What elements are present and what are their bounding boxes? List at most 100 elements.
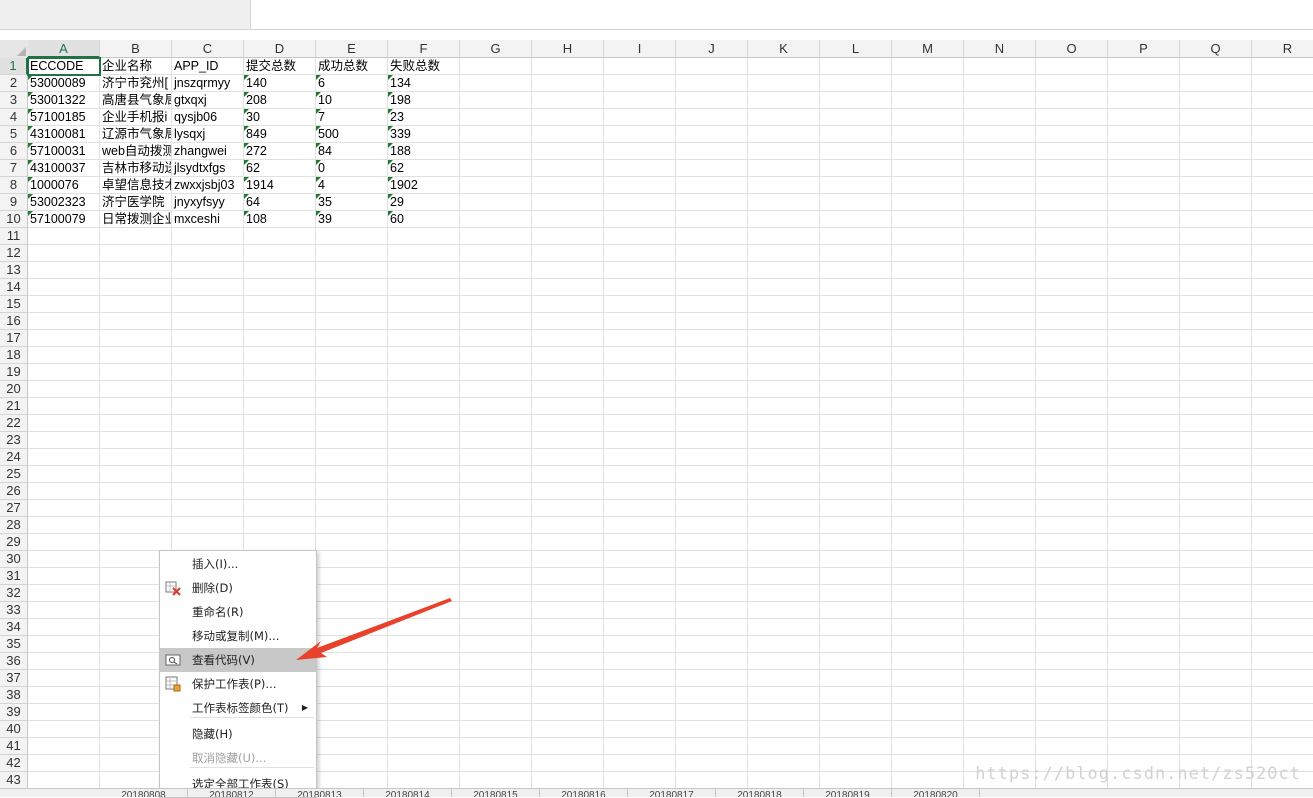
row-header-40[interactable]: 40: [0, 721, 28, 738]
menu-item-move-copy[interactable]: 移动或复制(M)...: [160, 624, 316, 648]
cell-b7[interactable]: 吉林市移动送: [100, 160, 172, 177]
row-header-31[interactable]: 31: [0, 568, 28, 585]
cell-b2[interactable]: 济宁市兖州[: [100, 75, 172, 92]
cell-q5[interactable]: [1180, 126, 1252, 143]
cell-k17[interactable]: [748, 330, 820, 347]
cell-j12[interactable]: [676, 245, 748, 262]
menu-item-hide[interactable]: 隐藏(H): [160, 722, 316, 746]
cell-p26[interactable]: [1108, 483, 1180, 500]
cell-e37[interactable]: [316, 670, 388, 687]
cell-o25[interactable]: [1036, 466, 1108, 483]
cell-l9[interactable]: [820, 194, 892, 211]
cell-d19[interactable]: [244, 364, 316, 381]
cell-o27[interactable]: [1036, 500, 1108, 517]
cell-b23[interactable]: [100, 432, 172, 449]
cell-r28[interactable]: [1252, 517, 1313, 534]
cell-e23[interactable]: [316, 432, 388, 449]
cell-j8[interactable]: [676, 177, 748, 194]
cell-k2[interactable]: [748, 75, 820, 92]
cell-f40[interactable]: [388, 721, 460, 738]
cell-k9[interactable]: [748, 194, 820, 211]
cell-r15[interactable]: [1252, 296, 1313, 313]
cell-r34[interactable]: [1252, 619, 1313, 636]
cell-k5[interactable]: [748, 126, 820, 143]
cell-c5[interactable]: lysqxj: [172, 126, 244, 143]
cell-e30[interactable]: [316, 551, 388, 568]
cell-j41[interactable]: [676, 738, 748, 755]
cell-q21[interactable]: [1180, 398, 1252, 415]
cell-e26[interactable]: [316, 483, 388, 500]
cell-r36[interactable]: [1252, 653, 1313, 670]
cell-e42[interactable]: [316, 755, 388, 772]
row-header-16[interactable]: 16: [0, 313, 28, 330]
cell-b19[interactable]: [100, 364, 172, 381]
cell-o18[interactable]: [1036, 347, 1108, 364]
cell-m14[interactable]: [892, 279, 964, 296]
cell-j37[interactable]: [676, 670, 748, 687]
cell-k43[interactable]: [748, 772, 820, 789]
cell-l17[interactable]: [820, 330, 892, 347]
cell-e15[interactable]: [316, 296, 388, 313]
column-header-d[interactable]: D: [244, 40, 316, 58]
cell-j40[interactable]: [676, 721, 748, 738]
row-header-23[interactable]: 23: [0, 432, 28, 449]
cell-d14[interactable]: [244, 279, 316, 296]
cell-q4[interactable]: [1180, 109, 1252, 126]
cell-h9[interactable]: [532, 194, 604, 211]
cell-n26[interactable]: [964, 483, 1036, 500]
cell-o8[interactable]: [1036, 177, 1108, 194]
cell-g39[interactable]: [460, 704, 532, 721]
cell-g3[interactable]: [460, 92, 532, 109]
cell-m25[interactable]: [892, 466, 964, 483]
cell-j38[interactable]: [676, 687, 748, 704]
cell-l40[interactable]: [820, 721, 892, 738]
cell-n39[interactable]: [964, 704, 1036, 721]
cell-b9[interactable]: 济宁医学院: [100, 194, 172, 211]
cell-f43[interactable]: [388, 772, 460, 789]
cell-n9[interactable]: [964, 194, 1036, 211]
cell-q36[interactable]: [1180, 653, 1252, 670]
cell-d15[interactable]: [244, 296, 316, 313]
select-all-button[interactable]: [0, 40, 29, 59]
cell-q40[interactable]: [1180, 721, 1252, 738]
cell-b12[interactable]: [100, 245, 172, 262]
cell-e20[interactable]: [316, 381, 388, 398]
cell-m3[interactable]: [892, 92, 964, 109]
cell-m11[interactable]: [892, 228, 964, 245]
cell-r20[interactable]: [1252, 381, 1313, 398]
cell-m38[interactable]: [892, 687, 964, 704]
cell-p20[interactable]: [1108, 381, 1180, 398]
cell-f17[interactable]: [388, 330, 460, 347]
cell-q17[interactable]: [1180, 330, 1252, 347]
row-header-43[interactable]: 43: [0, 772, 28, 789]
cell-b25[interactable]: [100, 466, 172, 483]
cell-a42[interactable]: [28, 755, 100, 772]
cell-d17[interactable]: [244, 330, 316, 347]
row-header-29[interactable]: 29: [0, 534, 28, 551]
cell-m5[interactable]: [892, 126, 964, 143]
cell-m30[interactable]: [892, 551, 964, 568]
cell-f35[interactable]: [388, 636, 460, 653]
cell-a13[interactable]: [28, 262, 100, 279]
cell-c13[interactable]: [172, 262, 244, 279]
cell-c7[interactable]: jlsydtxfgs: [172, 160, 244, 177]
cell-g9[interactable]: [460, 194, 532, 211]
cell-o30[interactable]: [1036, 551, 1108, 568]
cell-f39[interactable]: [388, 704, 460, 721]
cell-q41[interactable]: [1180, 738, 1252, 755]
column-header-e[interactable]: E: [316, 40, 388, 58]
cell-r10[interactable]: [1252, 211, 1313, 228]
cell-o13[interactable]: [1036, 262, 1108, 279]
cell-p31[interactable]: [1108, 568, 1180, 585]
cell-n32[interactable]: [964, 585, 1036, 602]
cell-a10[interactable]: 57100079: [28, 211, 100, 228]
cell-i5[interactable]: [604, 126, 676, 143]
row-header-24[interactable]: 24: [0, 449, 28, 466]
cell-a41[interactable]: [28, 738, 100, 755]
cell-k19[interactable]: [748, 364, 820, 381]
cell-r29[interactable]: [1252, 534, 1313, 551]
cell-q19[interactable]: [1180, 364, 1252, 381]
cell-g19[interactable]: [460, 364, 532, 381]
cell-m23[interactable]: [892, 432, 964, 449]
cell-q31[interactable]: [1180, 568, 1252, 585]
